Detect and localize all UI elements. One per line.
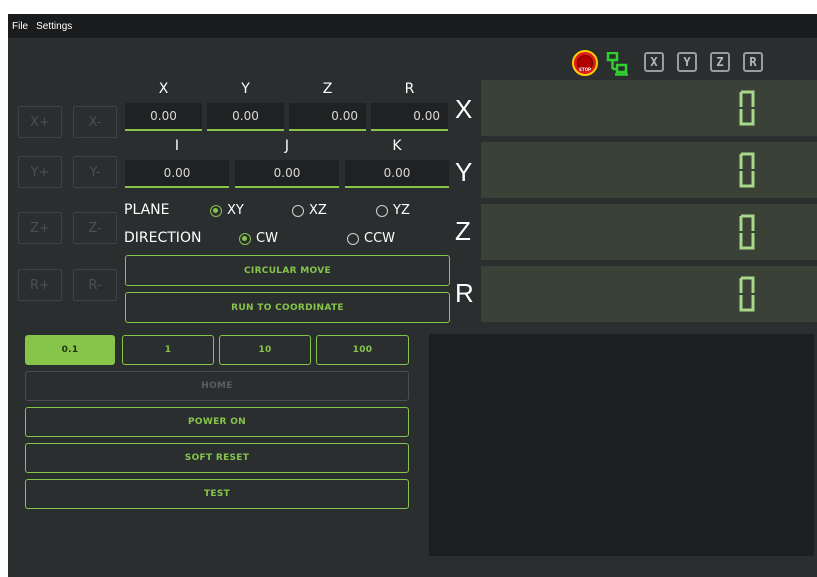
axis-y-badge[interactable]: Y: [677, 52, 697, 72]
step-100-button[interactable]: 100: [316, 335, 409, 365]
jog-y-minus-button[interactable]: Y-: [73, 156, 117, 188]
axis-r-badge[interactable]: R: [743, 52, 763, 72]
arc-j-label: J: [284, 138, 290, 154]
arc-j-input[interactable]: 0.00: [235, 160, 339, 188]
coord-r-input[interactable]: 0.00: [371, 103, 448, 131]
coord-z-input[interactable]: 0.00: [289, 103, 366, 131]
plane-xy-radio[interactable]: XY: [210, 203, 244, 218]
direction-cw-radio[interactable]: CW: [239, 231, 278, 246]
dro-r-digit: [739, 276, 755, 312]
power-on-button[interactable]: POWER ON: [25, 407, 409, 437]
plane-yz-radio[interactable]: YZ: [376, 203, 410, 218]
step-0-1-button[interactable]: 0.1: [25, 335, 115, 365]
radio-unselected-icon: [292, 204, 304, 217]
test-button[interactable]: TEST: [25, 479, 409, 509]
dro-z-digit: [739, 214, 755, 250]
dro-r-axis-label: R: [455, 278, 474, 308]
coord-y-input[interactable]: 0.00: [207, 103, 284, 131]
dro-z-axis-label: Z: [455, 216, 471, 246]
arc-i-input[interactable]: 0.00: [125, 160, 229, 188]
network-connected-icon: [606, 52, 628, 76]
emergency-stop-icon[interactable]: STOP: [572, 50, 598, 76]
estop-label: STOP: [579, 67, 591, 72]
circular-move-button[interactable]: CIRCULAR MOVE: [125, 255, 450, 286]
plane-xz-radio[interactable]: XZ: [292, 203, 327, 218]
home-button[interactable]: HOME: [25, 371, 409, 401]
radio-selected-icon: [210, 204, 222, 217]
dro-y-display: [481, 142, 817, 198]
coord-y-label: Y: [241, 81, 250, 97]
jog-y-plus-button[interactable]: Y+: [18, 156, 62, 188]
run-to-coordinate-button[interactable]: RUN TO COORDINATE: [125, 292, 450, 323]
console-output-panel[interactable]: [429, 334, 814, 556]
direction-label: DIRECTION: [124, 230, 202, 246]
direction-ccw-radio[interactable]: CCW: [347, 231, 395, 246]
menu-settings[interactable]: Settings: [32, 21, 76, 32]
direction-cw-label: CW: [256, 231, 278, 246]
jog-z-plus-button[interactable]: Z+: [18, 212, 62, 244]
dro-x-axis-label: X: [455, 94, 473, 124]
dro-x-digit: [739, 90, 755, 126]
dro-y-digit: [739, 152, 755, 188]
arc-k-label: K: [392, 138, 402, 154]
dro-z-display: [481, 204, 817, 260]
plane-label: PLANE: [124, 202, 170, 218]
coord-x-label: X: [158, 81, 169, 97]
plane-xy-label: XY: [227, 203, 244, 218]
plane-yz-label: YZ: [393, 203, 410, 218]
jog-x-plus-button[interactable]: X+: [18, 106, 62, 138]
soft-reset-button[interactable]: SOFT RESET: [25, 443, 409, 473]
coord-z-label: Z: [322, 81, 333, 97]
app-window: File Settings STOP X Y Z R X+ X- Y+ Y- Z…: [8, 14, 817, 577]
menu-bar: File Settings: [8, 14, 817, 38]
step-1-button[interactable]: 1: [122, 335, 214, 365]
coord-r-label: R: [404, 81, 415, 97]
axis-x-badge[interactable]: X: [644, 52, 664, 72]
dro-r-display: [481, 266, 817, 322]
radio-selected-icon: [239, 232, 251, 245]
dro-y-axis-label: Y: [455, 157, 473, 187]
plane-xz-label: XZ: [309, 203, 327, 218]
jog-r-plus-button[interactable]: R+: [18, 269, 62, 301]
radio-unselected-icon: [347, 232, 359, 245]
dro-x-display: [481, 80, 817, 136]
radio-unselected-icon: [376, 204, 388, 217]
menu-file[interactable]: File: [8, 21, 32, 32]
jog-z-minus-button[interactable]: Z-: [73, 212, 117, 244]
arc-k-input[interactable]: 0.00: [345, 160, 449, 188]
jog-x-minus-button[interactable]: X-: [73, 106, 117, 138]
step-10-button[interactable]: 10: [219, 335, 311, 365]
axis-z-badge[interactable]: Z: [710, 52, 730, 72]
direction-ccw-label: CCW: [364, 231, 396, 246]
arc-i-label: I: [174, 138, 180, 154]
jog-r-minus-button[interactable]: R-: [73, 269, 117, 301]
coord-x-input[interactable]: 0.00: [125, 103, 202, 131]
